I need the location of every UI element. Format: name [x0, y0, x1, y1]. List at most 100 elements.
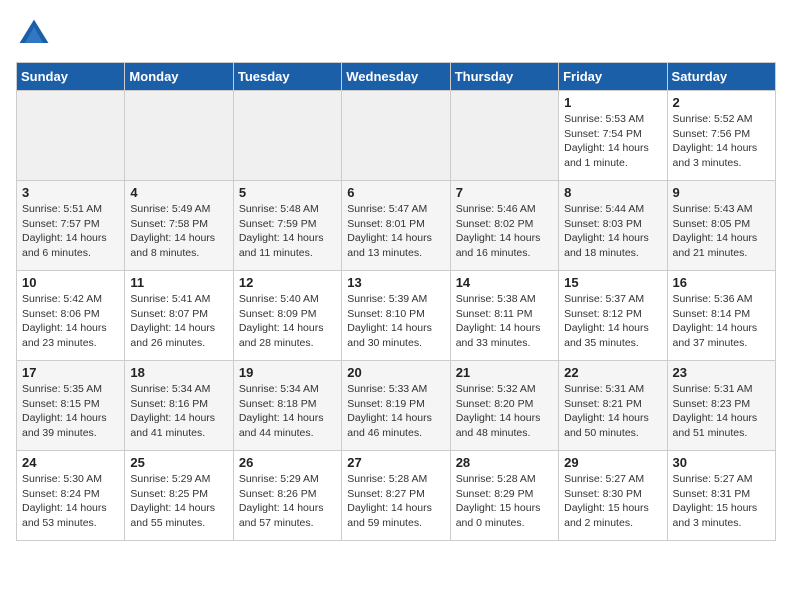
week-row-2: 3 Sunrise: 5:51 AM Sunset: 7:57 PM Daylig… [17, 181, 776, 271]
calendar-cell: 2 Sunrise: 5:52 AM Sunset: 7:56 PM Daylig… [667, 91, 775, 181]
day-number: 22 [564, 365, 661, 380]
day-info: Sunrise: 5:42 AM Sunset: 8:06 PM Dayligh… [22, 292, 119, 351]
day-info: Sunrise: 5:27 AM Sunset: 8:30 PM Dayligh… [564, 472, 661, 531]
weekday-header-wednesday: Wednesday [342, 63, 450, 91]
day-info: Sunrise: 5:29 AM Sunset: 8:25 PM Dayligh… [130, 472, 227, 531]
day-number: 20 [347, 365, 444, 380]
day-info: Sunrise: 5:53 AM Sunset: 7:54 PM Dayligh… [564, 112, 661, 171]
calendar-cell: 7 Sunrise: 5:46 AM Sunset: 8:02 PM Daylig… [450, 181, 558, 271]
day-number: 5 [239, 185, 336, 200]
calendar-cell: 27 Sunrise: 5:28 AM Sunset: 8:27 PM Dayli… [342, 451, 450, 541]
day-number: 15 [564, 275, 661, 290]
day-number: 27 [347, 455, 444, 470]
day-number: 18 [130, 365, 227, 380]
logo-icon [16, 16, 52, 52]
calendar-cell: 4 Sunrise: 5:49 AM Sunset: 7:58 PM Daylig… [125, 181, 233, 271]
calendar-cell: 30 Sunrise: 5:27 AM Sunset: 8:31 PM Dayli… [667, 451, 775, 541]
day-info: Sunrise: 5:28 AM Sunset: 8:27 PM Dayligh… [347, 472, 444, 531]
day-info: Sunrise: 5:36 AM Sunset: 8:14 PM Dayligh… [673, 292, 770, 351]
calendar-table: SundayMondayTuesdayWednesdayThursdayFrid… [16, 62, 776, 541]
calendar-cell: 3 Sunrise: 5:51 AM Sunset: 7:57 PM Daylig… [17, 181, 125, 271]
weekday-header-sunday: Sunday [17, 63, 125, 91]
day-info: Sunrise: 5:38 AM Sunset: 8:11 PM Dayligh… [456, 292, 553, 351]
day-number: 8 [564, 185, 661, 200]
calendar-cell: 17 Sunrise: 5:35 AM Sunset: 8:15 PM Dayli… [17, 361, 125, 451]
calendar-cell: 10 Sunrise: 5:42 AM Sunset: 8:06 PM Dayli… [17, 271, 125, 361]
day-info: Sunrise: 5:34 AM Sunset: 8:16 PM Dayligh… [130, 382, 227, 441]
calendar-cell: 16 Sunrise: 5:36 AM Sunset: 8:14 PM Dayli… [667, 271, 775, 361]
calendar-cell: 9 Sunrise: 5:43 AM Sunset: 8:05 PM Daylig… [667, 181, 775, 271]
calendar-cell: 18 Sunrise: 5:34 AM Sunset: 8:16 PM Dayli… [125, 361, 233, 451]
day-number: 1 [564, 95, 661, 110]
weekday-header-monday: Monday [125, 63, 233, 91]
calendar-cell [233, 91, 341, 181]
day-info: Sunrise: 5:28 AM Sunset: 8:29 PM Dayligh… [456, 472, 553, 531]
day-info: Sunrise: 5:31 AM Sunset: 8:23 PM Dayligh… [673, 382, 770, 441]
calendar-cell: 19Sunrise: 5:34 AM Sunset: 8:18 PM Dayli… [233, 361, 341, 451]
day-info: Sunrise: 5:40 AM Sunset: 8:09 PM Dayligh… [239, 292, 336, 351]
day-info: Sunrise: 5:34 AM Sunset: 8:18 PM Dayligh… [239, 382, 336, 441]
day-number: 11 [130, 275, 227, 290]
day-info: Sunrise: 5:32 AM Sunset: 8:20 PM Dayligh… [456, 382, 553, 441]
day-info: Sunrise: 5:29 AM Sunset: 8:26 PM Dayligh… [239, 472, 336, 531]
day-info: Sunrise: 5:39 AM Sunset: 8:10 PM Dayligh… [347, 292, 444, 351]
weekday-header-thursday: Thursday [450, 63, 558, 91]
week-row-5: 24 Sunrise: 5:30 AM Sunset: 8:24 PM Dayli… [17, 451, 776, 541]
weekday-header-row: SundayMondayTuesdayWednesdayThursdayFrid… [17, 63, 776, 91]
day-number: 14 [456, 275, 553, 290]
day-info: Sunrise: 5:43 AM Sunset: 8:05 PM Dayligh… [673, 202, 770, 261]
day-info: Sunrise: 5:35 AM Sunset: 8:15 PM Dayligh… [22, 382, 119, 441]
day-number: 17 [22, 365, 119, 380]
day-number: 7 [456, 185, 553, 200]
day-number: 12 [239, 275, 336, 290]
day-number: 21 [456, 365, 553, 380]
calendar-cell [125, 91, 233, 181]
day-info: Sunrise: 5:44 AM Sunset: 8:03 PM Dayligh… [564, 202, 661, 261]
calendar-cell [450, 91, 558, 181]
day-info: Sunrise: 5:49 AM Sunset: 7:58 PM Dayligh… [130, 202, 227, 261]
day-number: 10 [22, 275, 119, 290]
day-info: Sunrise: 5:27 AM Sunset: 8:31 PM Dayligh… [673, 472, 770, 531]
week-row-1: 1 Sunrise: 5:53 AM Sunset: 7:54 PM Daylig… [17, 91, 776, 181]
day-info: Sunrise: 5:52 AM Sunset: 7:56 PM Dayligh… [673, 112, 770, 171]
calendar-cell: 1 Sunrise: 5:53 AM Sunset: 7:54 PM Daylig… [559, 91, 667, 181]
calendar-cell: 24 Sunrise: 5:30 AM Sunset: 8:24 PM Dayli… [17, 451, 125, 541]
day-number: 24 [22, 455, 119, 470]
day-info: Sunrise: 5:30 AM Sunset: 8:24 PM Dayligh… [22, 472, 119, 531]
day-number: 26 [239, 455, 336, 470]
day-number: 2 [673, 95, 770, 110]
day-info: Sunrise: 5:51 AM Sunset: 7:57 PM Dayligh… [22, 202, 119, 261]
day-number: 3 [22, 185, 119, 200]
day-number: 9 [673, 185, 770, 200]
day-number: 16 [673, 275, 770, 290]
day-number: 13 [347, 275, 444, 290]
day-info: Sunrise: 5:48 AM Sunset: 7:59 PM Dayligh… [239, 202, 336, 261]
day-info: Sunrise: 5:37 AM Sunset: 8:12 PM Dayligh… [564, 292, 661, 351]
calendar-cell [342, 91, 450, 181]
day-info: Sunrise: 5:33 AM Sunset: 8:19 PM Dayligh… [347, 382, 444, 441]
calendar-cell: 5 Sunrise: 5:48 AM Sunset: 7:59 PM Daylig… [233, 181, 341, 271]
calendar-cell: 15 Sunrise: 5:37 AM Sunset: 8:12 PM Dayli… [559, 271, 667, 361]
calendar-cell: 11 Sunrise: 5:41 AM Sunset: 8:07 PM Dayli… [125, 271, 233, 361]
calendar-cell: 21 Sunrise: 5:32 AM Sunset: 8:20 PM Dayli… [450, 361, 558, 451]
calendar-cell: 20 Sunrise: 5:33 AM Sunset: 8:19 PM Dayli… [342, 361, 450, 451]
day-number: 30 [673, 455, 770, 470]
day-number: 28 [456, 455, 553, 470]
calendar-cell: 25Sunrise: 5:29 AM Sunset: 8:25 PM Dayli… [125, 451, 233, 541]
calendar-cell: 23 Sunrise: 5:31 AM Sunset: 8:23 PM Dayli… [667, 361, 775, 451]
weekday-header-friday: Friday [559, 63, 667, 91]
logo [16, 16, 56, 52]
day-number: 23 [673, 365, 770, 380]
calendar-cell: 6Sunrise: 5:47 AM Sunset: 8:01 PM Daylig… [342, 181, 450, 271]
calendar-cell: 14 Sunrise: 5:38 AM Sunset: 8:11 PM Dayli… [450, 271, 558, 361]
day-number: 29 [564, 455, 661, 470]
day-info: Sunrise: 5:46 AM Sunset: 8:02 PM Dayligh… [456, 202, 553, 261]
calendar-cell: 8 Sunrise: 5:44 AM Sunset: 8:03 PM Daylig… [559, 181, 667, 271]
week-row-3: 10 Sunrise: 5:42 AM Sunset: 8:06 PM Dayli… [17, 271, 776, 361]
day-info: Sunrise: 5:41 AM Sunset: 8:07 PM Dayligh… [130, 292, 227, 351]
calendar-cell: 22Sunrise: 5:31 AM Sunset: 8:21 PM Dayli… [559, 361, 667, 451]
day-number: 4 [130, 185, 227, 200]
calendar-cell [17, 91, 125, 181]
calendar-cell: 28 Sunrise: 5:28 AM Sunset: 8:29 PM Dayli… [450, 451, 558, 541]
calendar-cell: 29 Sunrise: 5:27 AM Sunset: 8:30 PM Dayli… [559, 451, 667, 541]
